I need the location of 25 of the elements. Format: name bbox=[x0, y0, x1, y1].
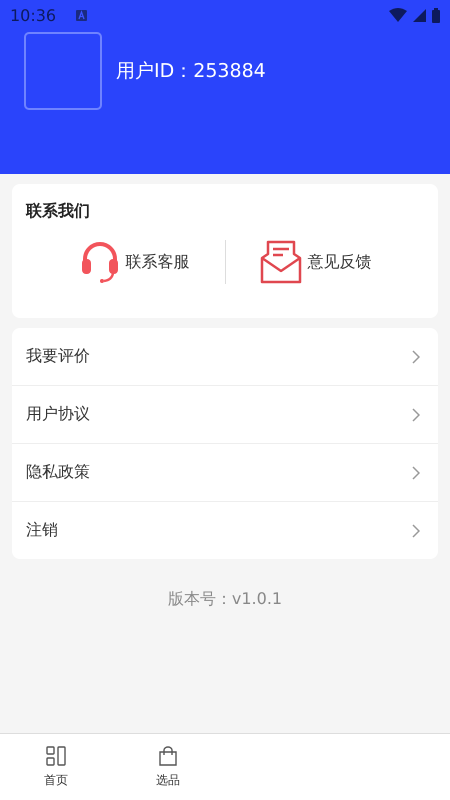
mail-icon bbox=[260, 240, 302, 284]
menu-item[interactable]: 我要评价 bbox=[12, 328, 438, 386]
action-label[interactable]: 联系客服 bbox=[126, 252, 190, 272]
signal-icon bbox=[413, 8, 426, 22]
chevron-icon bbox=[412, 524, 420, 538]
action-label[interactable]: 意见反馈 bbox=[308, 252, 372, 272]
chevron-icon bbox=[412, 350, 420, 364]
nav-tab[interactable]: 首页 bbox=[0, 734, 112, 800]
menu-item[interactable]: 注销 bbox=[12, 502, 438, 559]
nav-tab[interactable]: 选品 bbox=[112, 734, 224, 800]
wifi-icon bbox=[389, 8, 407, 22]
avatar-placeholder[interactable] bbox=[24, 32, 102, 110]
grid-icon bbox=[46, 746, 66, 766]
notification-icon bbox=[76, 10, 88, 20]
headset-icon bbox=[80, 241, 120, 283]
chevron-icon bbox=[412, 466, 420, 480]
battery-icon bbox=[432, 8, 440, 22]
section-title: 联系我们 bbox=[26, 201, 91, 222]
version-text: 版本号：v1.0.1 bbox=[168, 589, 282, 610]
menu-item[interactable]: 隐私政策 bbox=[12, 444, 438, 502]
bag-icon bbox=[158, 746, 178, 766]
user-id: 用户ID：253884 bbox=[116, 59, 266, 84]
chevron-icon bbox=[412, 408, 420, 422]
status-time: 10:36 bbox=[10, 6, 56, 24]
menu-item[interactable]: 用户协议 bbox=[12, 386, 438, 444]
